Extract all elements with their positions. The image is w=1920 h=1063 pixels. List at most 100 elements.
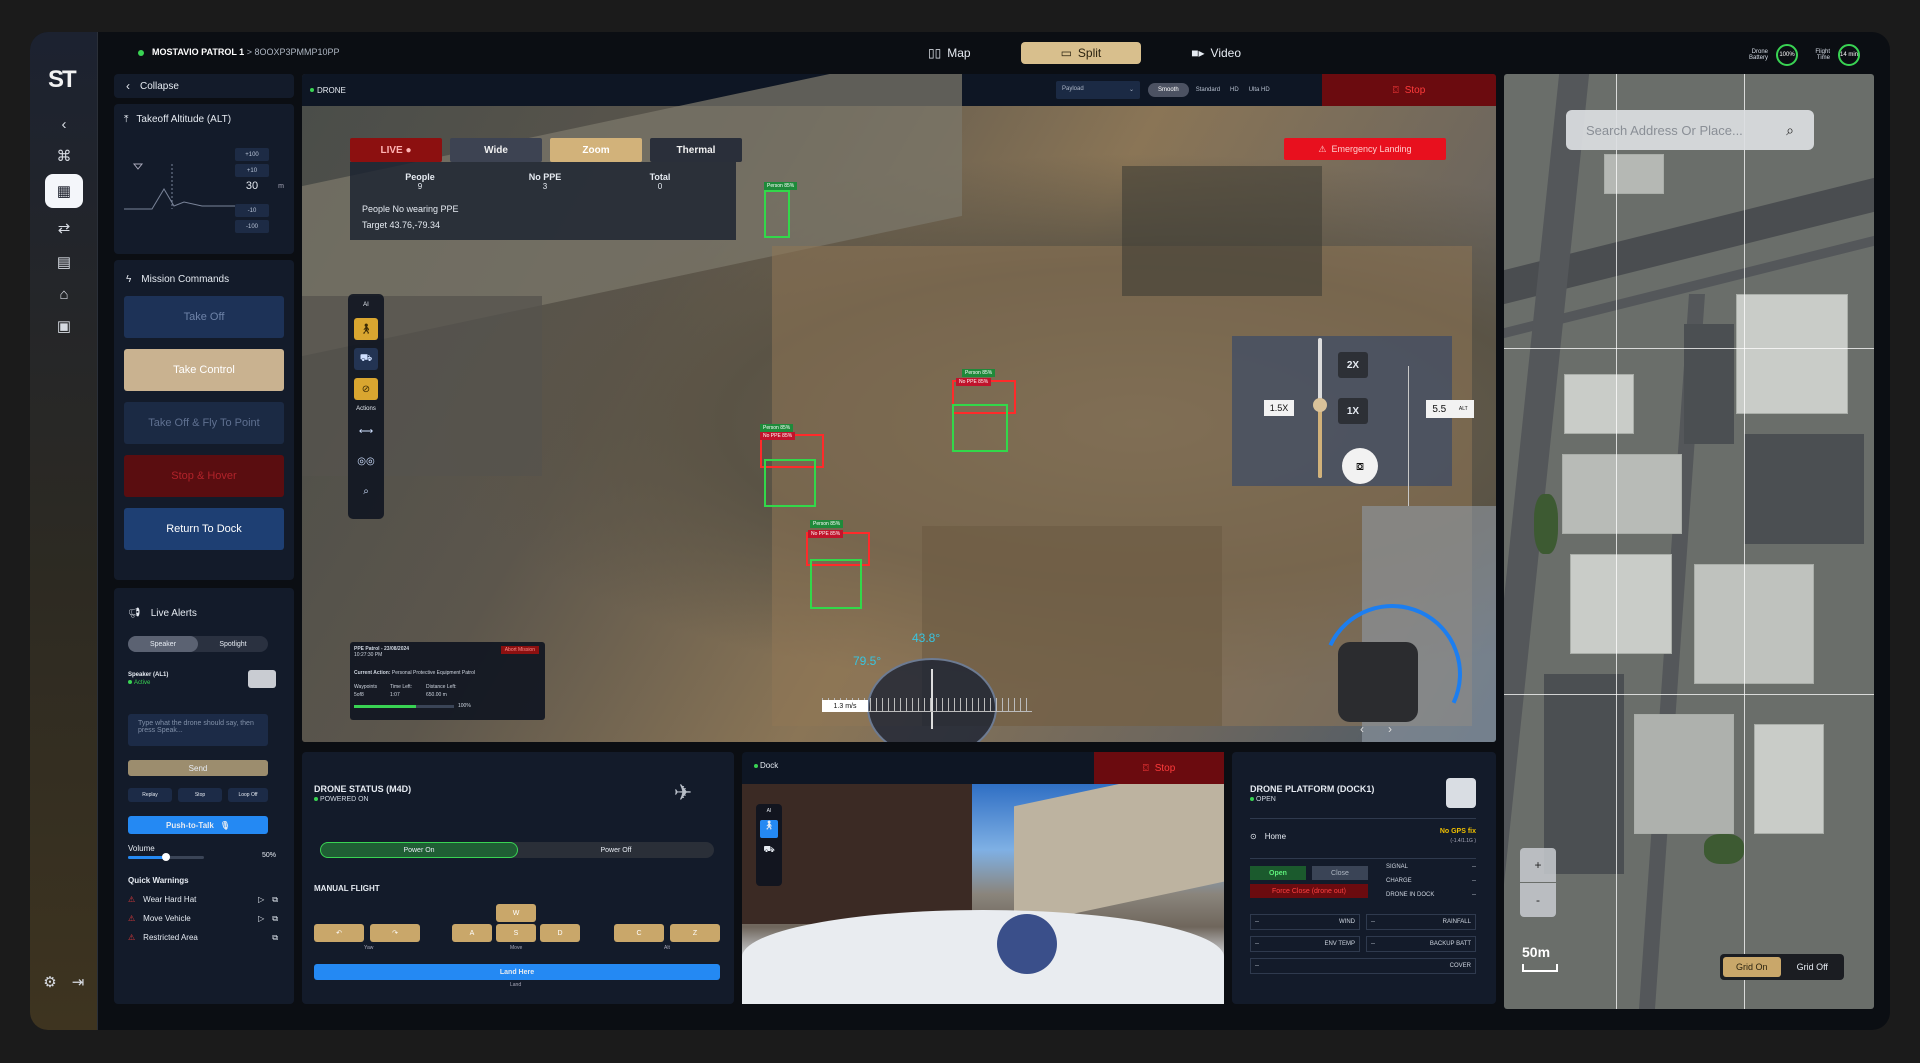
power-off-button[interactable]: Power Off	[518, 842, 714, 858]
abort-mission-button[interactable]: Abort Mission	[500, 646, 539, 654]
tab-thermal[interactable]: Thermal	[650, 138, 742, 162]
take-off-button[interactable]: Take Off	[124, 296, 284, 338]
person-detect-icon[interactable]: 🚶︎	[760, 820, 778, 838]
altitude-value[interactable]: 30	[235, 180, 269, 192]
calendar-icon[interactable]: ▤	[52, 250, 76, 274]
zoom-1x-button[interactable]: 1X	[1338, 398, 1368, 424]
key-c[interactable]: C	[614, 924, 664, 942]
map-zoom-in-button[interactable]: +	[1520, 848, 1556, 882]
loop-button[interactable]: Loop Off	[228, 788, 268, 802]
logout-icon[interactable]: ⇥	[66, 970, 90, 994]
tab-zoom[interactable]: Zoom	[550, 138, 642, 162]
copy-icon[interactable]: ⧉	[272, 895, 278, 905]
volume-slider-handle[interactable]	[162, 853, 170, 861]
warning-item[interactable]: ⚠ Restricted Area ⧉	[128, 928, 278, 947]
tab-wide[interactable]: Wide	[450, 138, 542, 162]
key-z[interactable]: Z	[670, 924, 720, 942]
capture-photo-icon[interactable]: ⧇	[1342, 448, 1378, 484]
detection-box[interactable]	[810, 559, 862, 609]
binoculars-icon[interactable]: ◎◎	[354, 450, 378, 472]
volume-slider[interactable]	[128, 853, 204, 861]
force-close-button[interactable]: Force Close (drone out)	[1250, 884, 1368, 898]
grid-off-button[interactable]: Grid Off	[1784, 957, 1842, 977]
quality-ultra-hd-button[interactable]: Ulta HD	[1246, 83, 1273, 97]
key-d[interactable]: D	[540, 924, 580, 942]
payload-select[interactable]: Payload ⌄	[1056, 81, 1140, 99]
mode-video-button[interactable]: ■▸ Video	[1151, 42, 1281, 64]
current-action: Current Action: Personal Protective Equi…	[354, 670, 475, 676]
vehicle-detect-icon[interactable]: ⛟	[760, 844, 778, 862]
speak-text-input[interactable]: Type what the drone should say, then pre…	[128, 714, 268, 746]
quality-hd-button[interactable]: HD	[1227, 83, 1242, 97]
route-icon[interactable]: ⇄	[52, 216, 76, 240]
warning-item[interactable]: ⚠ Wear Hard Hat ▷ ⧉	[128, 890, 278, 909]
quality-standard-button[interactable]: Standard	[1193, 83, 1223, 97]
command-icon[interactable]: ⌘	[52, 144, 76, 168]
zoom-search-icon[interactable]: ⌕	[354, 480, 378, 502]
spotlight-tab[interactable]: Spotlight	[198, 636, 268, 652]
platform-title: DRONE PLATFORM (DOCK1)	[1250, 784, 1375, 794]
mode-split-button[interactable]: ▭ Split	[1020, 42, 1142, 64]
key-s[interactable]: S	[496, 924, 536, 942]
detection-box[interactable]	[952, 404, 1008, 452]
flight-time-gauge: 14 min	[1838, 44, 1860, 66]
person-detect-icon[interactable]: 🚶︎	[354, 318, 378, 340]
map-search-input[interactable]: Search Address Or Place... ⌕	[1566, 110, 1814, 150]
mission-progress-label: 100%	[458, 703, 471, 709]
settings-icon[interactable]: ⚙	[38, 970, 62, 994]
collapse-button[interactable]: ‹ Collapse	[114, 74, 294, 98]
dock-open-button[interactable]: Open	[1250, 866, 1306, 880]
back-icon[interactable]: ‹	[52, 112, 76, 136]
key-a[interactable]: A	[452, 924, 492, 942]
land-here-button[interactable]: Land Here	[314, 964, 720, 980]
zoom-2x-button[interactable]: 2X	[1338, 352, 1368, 378]
take-control-button[interactable]: Take Control	[124, 349, 284, 391]
dock-stop-button[interactable]: ⌼ Stop	[1094, 752, 1224, 784]
zoom-slider[interactable]	[1313, 338, 1327, 478]
stop-hover-button[interactable]: Stop & Hover	[124, 455, 284, 497]
yaw-left-key[interactable]: ↶	[314, 924, 364, 942]
play-icon[interactable]: ▷	[258, 895, 264, 904]
replay-button[interactable]: Replay	[128, 788, 172, 802]
altitude-minus-100[interactable]: -100	[235, 220, 269, 233]
copy-icon[interactable]: ⧉	[272, 914, 278, 924]
play-icon[interactable]: ▷	[258, 914, 264, 923]
copy-icon[interactable]: ⧉	[272, 933, 278, 943]
satellite-map[interactable]: Search Address Or Place... ⌕ + - 50m Grid…	[1504, 74, 1874, 1009]
detection-box[interactable]	[764, 190, 790, 238]
measure-icon[interactable]: ⟷	[354, 420, 378, 442]
zoom-slider-handle[interactable]	[1313, 398, 1327, 412]
send-button[interactable]: Send	[128, 760, 268, 776]
fly-to-point-button[interactable]: Take Off & Fly To Point	[124, 402, 284, 444]
altitude-readout: 5.5 ALT	[1426, 400, 1474, 418]
vehicle-detect-icon[interactable]: ⛟	[354, 348, 378, 370]
video-stop-button[interactable]: ⌼ Stop	[1322, 74, 1496, 106]
gallery-icon[interactable]: ▣	[52, 314, 76, 338]
emergency-landing-button[interactable]: ⚠ Emergency Landing	[1284, 138, 1446, 160]
gimbal-left-icon[interactable]: ‹	[1360, 722, 1364, 736]
tab-live[interactable]: LIVE ●	[350, 138, 442, 162]
ppe-message: People No wearing PPE	[362, 204, 459, 214]
stop-playback-button[interactable]: Stop	[178, 788, 222, 802]
power-on-button[interactable]: Power On	[320, 842, 518, 858]
altitude-minus-10[interactable]: -10	[235, 204, 269, 217]
quality-smooth-button[interactable]: Smooth	[1148, 83, 1189, 97]
warning-item[interactable]: ⚠ Move Vehicle ▷ ⧉	[128, 909, 278, 928]
key-w[interactable]: W	[496, 904, 536, 922]
mode-map-button[interactable]: ▯▯ Map	[888, 42, 1011, 64]
altitude-plus-10[interactable]: +10	[235, 164, 269, 177]
no-helmet-icon[interactable]: ⊘	[354, 378, 378, 400]
detection-box[interactable]	[764, 459, 816, 507]
yaw-right-key[interactable]: ↷	[370, 924, 420, 942]
dashboard-icon[interactable]: ▦	[45, 174, 83, 208]
return-to-dock-button[interactable]: Return To Dock	[124, 508, 284, 550]
speaker-tab[interactable]: Speaker	[128, 636, 198, 652]
map-zoom-out-button[interactable]: -	[1520, 883, 1556, 917]
dock-icon[interactable]: ⌂	[52, 282, 76, 306]
dock-close-button[interactable]: Close	[1312, 866, 1368, 880]
grid-on-button[interactable]: Grid On	[1723, 957, 1781, 977]
push-to-talk-button[interactable]: Push-to-Talk 🎙︎	[128, 816, 268, 834]
altitude-plus-100[interactable]: +100	[235, 148, 269, 161]
dock-source-label: Dock	[754, 761, 778, 770]
gimbal-right-icon[interactable]: ›	[1388, 722, 1392, 736]
